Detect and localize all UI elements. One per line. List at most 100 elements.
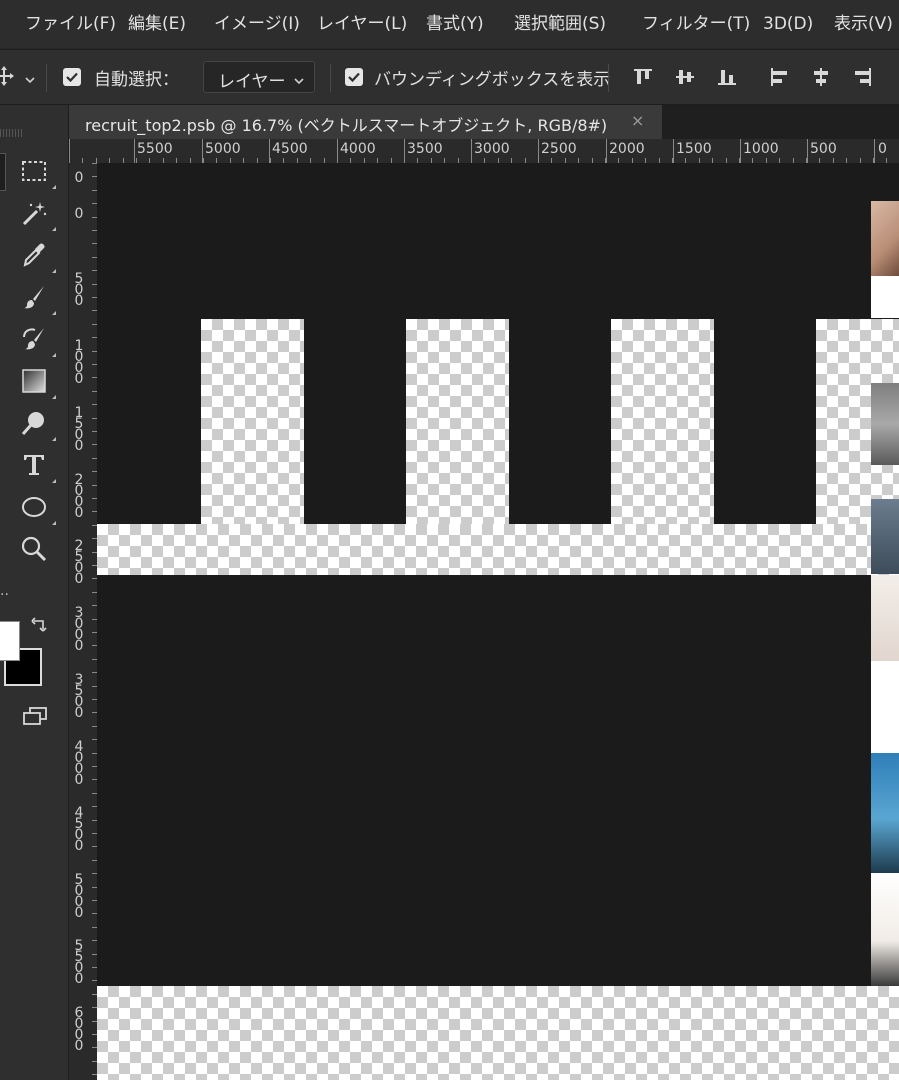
artboard-thumbnail <box>871 753 899 873</box>
ruler-label: 500 <box>74 271 84 309</box>
separator <box>46 64 47 92</box>
auto-select-target-dropdown[interactable]: レイヤー <box>203 61 315 93</box>
auto-select-target-value: レイヤー <box>218 72 286 92</box>
transparent-area <box>406 319 509 529</box>
ruler-label: 3000 <box>74 605 84 654</box>
artboard-thumbnail <box>871 575 899 661</box>
ruler-label: 0 <box>878 141 887 157</box>
artboard-thumbnail <box>871 499 899 574</box>
artboard-thumbnail <box>871 201 899 276</box>
ruler-label: 5000 <box>74 872 84 921</box>
brush-tool[interactable] <box>20 283 56 315</box>
ellipse-tool[interactable] <box>20 493 56 525</box>
options-bar: 自動選択： レイヤー バウンディングボックスを表示 <box>0 49 899 105</box>
close-icon[interactable]: × <box>631 111 644 130</box>
screen-mode-icon[interactable] <box>22 705 50 733</box>
foreground-color-swatch[interactable] <box>0 621 20 661</box>
move-tool-active[interactable] <box>0 153 6 191</box>
tool-flyout-indicator <box>52 185 56 189</box>
ruler-label: 1000 <box>74 338 84 387</box>
ruler-tick <box>134 139 135 163</box>
menu-filter[interactable]: フィルター(T) <box>642 0 750 48</box>
vertical-ruler[interactable]: 0 0 500 1000 1500 2000 2500 3000 3500 40… <box>69 163 98 1080</box>
ruler-tick <box>673 139 674 163</box>
tool-flyout-indicator <box>52 311 56 315</box>
ruler-label: 2000 <box>74 472 84 521</box>
align-left-edges-icon[interactable] <box>768 66 790 88</box>
tool-flyout-indicator <box>52 227 56 231</box>
tool-flyout-indicator <box>52 437 56 441</box>
artboard-thumbnail <box>871 383 899 465</box>
more-tools-icon[interactable]: .. <box>0 583 9 599</box>
menu-3d[interactable]: 3D(D) <box>763 0 813 48</box>
ruler-label: 5500 <box>137 141 173 157</box>
ruler-label: 4000 <box>74 739 84 788</box>
document-canvas[interactable] <box>97 163 899 1080</box>
menu-select[interactable]: 選択範囲(S) <box>514 0 606 48</box>
eyedropper-tool[interactable] <box>20 241 56 273</box>
ruler-label: 6000 <box>74 1005 84 1054</box>
ruler-label: 0 <box>74 170 84 186</box>
ruler-tick <box>807 139 808 163</box>
transparent-area <box>97 524 899 575</box>
history-brush-tool[interactable] <box>20 325 56 357</box>
document-tab-strip: recruit_top2.psb @ 16.7% (ベクトルスマートオブジェクト… <box>69 105 899 139</box>
separator <box>330 64 331 92</box>
align-bottom-edges-icon[interactable] <box>716 66 738 88</box>
bounding-box-checkbox[interactable] <box>345 68 363 86</box>
gradient-tool[interactable] <box>20 367 56 399</box>
menu-edit[interactable]: 編集(E) <box>128 0 186 48</box>
tool-flyout-indicator <box>52 269 56 273</box>
auto-select-label: 自動選択： <box>94 70 179 90</box>
ruler-label: 4000 <box>340 141 376 157</box>
ruler-label: 4500 <box>272 141 308 157</box>
move-tool-icon[interactable] <box>0 64 16 92</box>
ruler-label: 500 <box>810 141 837 157</box>
zoom-tool[interactable] <box>20 535 52 567</box>
ruler-label: 0 <box>74 206 84 222</box>
artboard-thumbnail <box>871 276 899 318</box>
ruler-label: 4500 <box>74 805 84 854</box>
separator <box>608 64 609 92</box>
marquee-tool[interactable] <box>20 157 56 189</box>
menu-image[interactable]: イメージ(I) <box>214 0 300 48</box>
artboard-thumbnail <box>871 873 899 986</box>
ruler-label: 5000 <box>205 141 241 157</box>
menu-layer[interactable]: レイヤー(L) <box>317 0 407 48</box>
transparent-area <box>97 986 899 1080</box>
align-horizontal-centers-icon[interactable] <box>810 66 832 88</box>
document-tab-title: recruit_top2.psb @ 16.7% (ベクトルスマートオブジェクト… <box>85 116 608 135</box>
menu-type[interactable]: 書式(Y) <box>426 0 484 48</box>
tools-panel: .. <box>0 105 69 1080</box>
transparent-area <box>611 319 714 529</box>
ruler-tick <box>874 139 875 163</box>
type-tool[interactable] <box>20 451 56 483</box>
ruler-label: 3000 <box>474 141 510 157</box>
tool-flyout-indicator <box>52 521 56 525</box>
ruler-label: 2000 <box>609 141 645 157</box>
align-top-edges-icon[interactable] <box>632 66 654 88</box>
ruler-label: 3500 <box>74 672 84 721</box>
ruler-label: 2500 <box>541 141 577 157</box>
magic-wand-tool[interactable] <box>20 199 56 231</box>
menu-view[interactable]: 表示(V) <box>834 0 893 48</box>
ruler-tick <box>606 139 607 163</box>
menu-bar: ファイル(F) 編集(E) イメージ(I) レイヤー(L) 書式(Y) 選択範囲… <box>0 0 899 48</box>
menu-file[interactable]: ファイル(F) <box>25 0 116 48</box>
bounding-box-label: バウンディングボックスを表示 <box>374 70 611 90</box>
auto-select-checkbox[interactable] <box>63 68 81 86</box>
ruler-label: 5500 <box>74 938 84 987</box>
tool-preset-chevron-icon[interactable] <box>24 70 36 89</box>
swap-colors-icon[interactable] <box>30 617 48 639</box>
document-tab[interactable]: recruit_top2.psb @ 16.7% (ベクトルスマートオブジェクト… <box>69 105 662 139</box>
horizontal-ruler[interactable]: 5500 5000 4500 4000 3500 3000 2500 2000 … <box>69 139 899 164</box>
align-right-edges-icon[interactable] <box>852 66 874 88</box>
chevron-down-icon <box>293 71 305 90</box>
align-vertical-centers-icon[interactable] <box>674 66 696 88</box>
tool-flyout-indicator <box>52 479 56 483</box>
transparent-area <box>201 319 304 529</box>
tool-flyout-indicator <box>52 353 56 357</box>
dodge-tool[interactable] <box>20 409 56 441</box>
panel-grip[interactable] <box>0 129 24 137</box>
ruler-label: 1500 <box>676 141 712 157</box>
